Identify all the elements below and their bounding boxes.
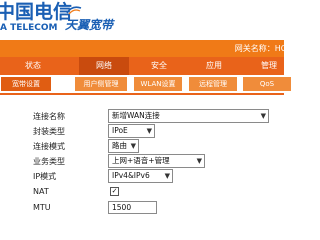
ip-mode-label: IP模式: [33, 172, 57, 181]
service-type-value: 上网+语音+管理: [112, 156, 170, 165]
submenu-remote-management[interactable]: 远程管理: [189, 77, 237, 91]
row-mtu: MTU 1500: [0, 201, 284, 217]
connection-name-label: 连接名称: [33, 112, 65, 121]
menu-management[interactable]: 管理: [244, 57, 294, 75]
row-connection-name: 连接名称 新增WAN连接 ▼: [0, 109, 284, 125]
nat-label: NAT: [33, 187, 49, 196]
row-encapsulation: 封装类型 IPoE ▼: [0, 124, 284, 140]
menu-security[interactable]: 安全: [134, 57, 184, 75]
chevron-down-icon: ▼: [164, 172, 170, 180]
encapsulation-value: IPoE: [112, 126, 128, 135]
connection-mode-label: 连接模式: [33, 142, 65, 151]
connection-name-select[interactable]: 新增WAN连接 ▼: [108, 109, 269, 123]
encapsulation-label: 封装类型: [33, 127, 65, 136]
telecom-logo-text: 中国电信: [0, 1, 73, 23]
nat-checkbox[interactable]: ✓: [110, 187, 119, 196]
menu-status[interactable]: 状态: [8, 57, 58, 75]
submenu-qos[interactable]: QoS: [243, 77, 291, 91]
tianyi-wave-icon: [66, 6, 82, 15]
ip-mode-value: IPv4&IPv6: [112, 171, 150, 180]
telecom-logo-en: A TELECOM: [0, 23, 58, 33]
main-menu: 状态 网络 安全 应用 管理: [0, 57, 284, 75]
chevron-down-icon: ▼: [260, 112, 266, 120]
gateway-bar: 网关名称：HG: [0, 40, 287, 57]
row-connection-mode: 连接模式 路由 ▼: [0, 139, 284, 155]
wan-settings-form: 连接名称 新增WAN连接 ▼ 封装类型 IPoE ▼ 连接模式 路由 ▼ 业务类…: [0, 95, 284, 215]
gateway-name-label: 网关名称：HG: [234, 44, 287, 53]
submenu-broadband-settings[interactable]: 宽带设置: [1, 77, 51, 91]
submenu-user-side-management[interactable]: 用户侧管理: [75, 77, 127, 91]
connection-mode-value: 路由: [112, 141, 127, 150]
row-nat: NAT ✓: [0, 185, 284, 201]
chevron-down-icon: ▼: [196, 157, 202, 165]
connection-mode-select[interactable]: 路由 ▼: [108, 139, 139, 153]
service-type-select[interactable]: 上网+语音+管理 ▼: [108, 154, 205, 168]
chevron-down-icon: ▼: [130, 142, 136, 150]
service-type-label: 业务类型: [33, 157, 65, 166]
header-logo-area: 中国电信 A TELECOM 天翼宽带: [0, 0, 284, 40]
tianyi-broadband-logo: 天翼宽带: [65, 18, 114, 32]
row-ip-mode: IP模式 IPv4&IPv6 ▼: [0, 169, 284, 185]
ip-mode-select[interactable]: IPv4&IPv6 ▼: [108, 169, 173, 183]
chevron-down-icon: ▼: [146, 127, 152, 135]
mtu-input[interactable]: 1500: [108, 201, 157, 214]
connection-name-value: 新增WAN连接: [112, 111, 160, 120]
mtu-label: MTU: [33, 203, 51, 212]
menu-network[interactable]: 网络: [79, 57, 129, 75]
sub-menu: 宽带设置 用户侧管理 WLAN设置 远程管理 QoS: [0, 75, 291, 92]
row-service-type: 业务类型 上网+语音+管理 ▼: [0, 154, 284, 170]
submenu-wlan-settings[interactable]: WLAN设置: [134, 77, 182, 91]
menu-application[interactable]: 应用: [189, 57, 239, 75]
encapsulation-select[interactable]: IPoE ▼: [108, 124, 155, 138]
